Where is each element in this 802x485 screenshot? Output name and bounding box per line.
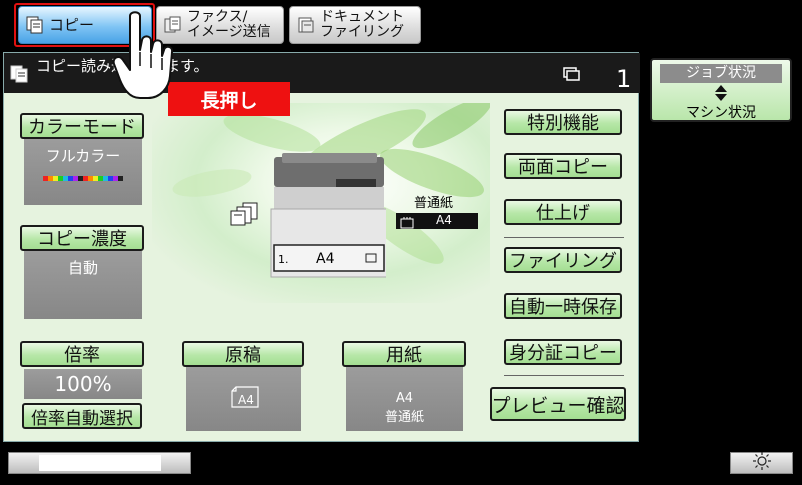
brightness-icon bbox=[751, 452, 773, 474]
tab-fax-label: ファクス/ イメージ送信 bbox=[187, 10, 271, 40]
right-divider-2 bbox=[504, 375, 624, 376]
id-card-copy-button[interactable]: 身分証コピー bbox=[504, 339, 622, 365]
tray-paper-size: A4 bbox=[436, 213, 452, 227]
job-status-label: ジョブ状況 bbox=[660, 64, 782, 83]
ratio-value-box: 100% bbox=[24, 369, 142, 399]
paper-type: 普通紙 bbox=[384, 410, 424, 425]
copy-density-button[interactable]: コピー濃度 bbox=[20, 225, 144, 251]
original-size: A4 bbox=[238, 393, 254, 407]
tab-filing-label: ドキュメント ファイリング bbox=[320, 10, 404, 40]
tab-fax-label-line1: ファクス/ bbox=[187, 9, 248, 25]
copy-ratio-button[interactable]: 倍率 bbox=[20, 341, 144, 367]
progress-field bbox=[39, 455, 161, 471]
right-divider-1 bbox=[504, 237, 624, 238]
density-value: 自動 bbox=[67, 259, 98, 277]
filing-icon bbox=[296, 15, 316, 35]
tab-fax-label-line2: イメージ送信 bbox=[187, 24, 271, 40]
progress-indicator bbox=[8, 452, 191, 474]
brightness-button[interactable] bbox=[730, 452, 793, 474]
original-button[interactable]: 原稿 bbox=[182, 341, 304, 367]
hand-pointer-icon bbox=[112, 10, 180, 102]
job-status-button[interactable]: ジョブ状況 マシン状況 bbox=[650, 58, 792, 122]
full-color-indicator bbox=[43, 176, 123, 181]
machine-tray-number: 1. bbox=[278, 253, 289, 266]
auto-ratio-select-button[interactable]: 倍率自動選択 bbox=[22, 403, 142, 429]
original-panel[interactable]: A4 bbox=[186, 367, 301, 431]
preview-button[interactable]: プレビュー確認 bbox=[490, 387, 626, 421]
tab-filing-label-line1: ドキュメント bbox=[320, 9, 404, 25]
copies-icon bbox=[562, 66, 582, 82]
paper-button[interactable]: 用紙 bbox=[342, 341, 466, 367]
paper-panel[interactable]: A4 普通紙 bbox=[346, 367, 463, 431]
color-mode-panel[interactable]: フルカラー bbox=[24, 139, 142, 205]
machine-tray-size: A4 bbox=[316, 251, 335, 267]
tray-paper-type: 普通紙 bbox=[414, 196, 454, 211]
quick-file-button[interactable]: 自動一時保存 bbox=[504, 293, 622, 319]
original-feed-icon bbox=[229, 201, 261, 231]
tray-paper-bar: A4 bbox=[396, 213, 478, 229]
paper-size: A4 bbox=[395, 391, 414, 406]
density-panel[interactable]: 自動 bbox=[24, 251, 142, 319]
finishing-button[interactable]: 仕上げ bbox=[504, 199, 622, 225]
tab-document-filing[interactable]: ドキュメント ファイリング bbox=[289, 6, 421, 44]
ratio-value: 100% bbox=[54, 372, 112, 396]
duplex-copy-button[interactable]: 両面コピー bbox=[504, 153, 622, 179]
color-mode-button[interactable]: カラーモード bbox=[20, 113, 144, 139]
special-modes-button[interactable]: 特別機能 bbox=[504, 109, 622, 135]
tab-filing-label-line2: ファイリング bbox=[320, 24, 404, 40]
long-press-callout: 長押し bbox=[168, 82, 290, 116]
color-mode-value: フルカラー bbox=[45, 147, 121, 165]
machine-status-label: マシン状況 bbox=[686, 105, 756, 121]
tray-icon bbox=[400, 214, 414, 233]
filing-button[interactable]: ファイリング bbox=[504, 247, 622, 273]
message-bar: コピー読み込 きます。 1 bbox=[4, 53, 640, 93]
copy-status-icon bbox=[10, 65, 30, 83]
copy-count: 1 bbox=[616, 65, 632, 93]
copy-main-panel: コピー読み込 きます。 1 1. A4 普通紙 A4 カラーモード フルカラー … bbox=[3, 52, 640, 442]
toggle-arrows-icon bbox=[713, 84, 729, 102]
